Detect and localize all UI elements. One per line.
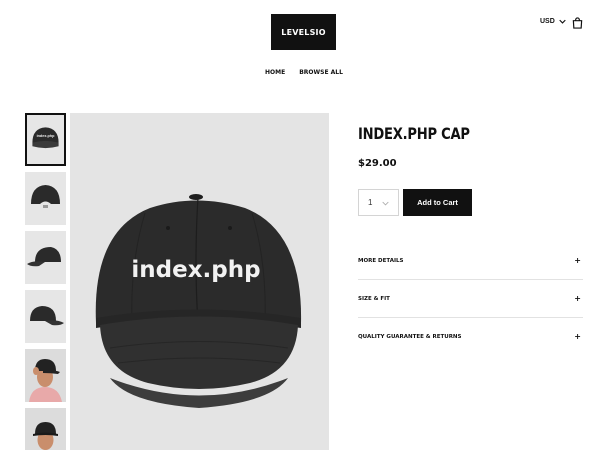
add-to-cart-button[interactable]: Add to Cart (403, 189, 472, 216)
accordion-more-details[interactable]: MORE DETAILS + (358, 242, 583, 279)
cap-front-image: index.php (27, 115, 64, 164)
accordion-label: MORE DETAILS (358, 257, 404, 264)
chevron-down-icon (559, 19, 566, 24)
product-title: INDEX.PHP CAP (358, 124, 470, 143)
accordion-size-fit[interactable]: SIZE & FIT + (358, 280, 583, 317)
model-wearing-cap-front-image (25, 408, 66, 450)
plus-icon: + (574, 332, 581, 341)
quantity-select[interactable]: 1 (358, 189, 399, 216)
cap-back-image (25, 172, 66, 225)
thumbnail-model-1[interactable] (25, 349, 66, 402)
thumbnail-side[interactable] (25, 231, 66, 284)
thumbnail-side-left[interactable] (25, 290, 66, 343)
accordion-label: QUALITY GUARANTEE & RETURNS (358, 333, 462, 340)
accordion-quality-guarantee[interactable]: QUALITY GUARANTEE & RETURNS + (358, 318, 583, 355)
currency-selector[interactable]: USD (540, 18, 566, 25)
thumbnail-back[interactable] (25, 172, 66, 225)
svg-text:index.php: index.php (37, 134, 56, 138)
cap-side-left-image (25, 290, 66, 343)
nav-home[interactable]: HOME (265, 69, 285, 76)
model-wearing-cap-image (25, 349, 66, 402)
quantity-value: 1 (368, 198, 373, 207)
nav-browse-all[interactable]: BROWSE ALL (299, 69, 343, 76)
chevron-down-icon (382, 201, 389, 206)
product-price: $29.00 (358, 158, 397, 169)
thumbnail-list: index.php (25, 113, 66, 450)
shopping-bag-icon[interactable] (572, 17, 583, 29)
main-nav: HOME BROWSE ALL (0, 69, 600, 76)
currency-label: USD (540, 18, 555, 25)
product-accordion: MORE DETAILS + SIZE & FIT + QUALITY GUAR… (358, 242, 583, 355)
svg-text:index.php: index.php (131, 257, 260, 283)
store-logo[interactable]: LEVELSIO (271, 14, 336, 50)
cap-image: index.php (70, 113, 329, 450)
thumbnail-model-2[interactable] (25, 408, 66, 450)
main-product-image[interactable]: index.php (70, 113, 329, 450)
thumbnail-front[interactable]: index.php (25, 113, 66, 166)
plus-icon: + (574, 256, 581, 265)
plus-icon: + (574, 294, 581, 303)
accordion-label: SIZE & FIT (358, 295, 390, 302)
cap-side-image (25, 231, 66, 284)
